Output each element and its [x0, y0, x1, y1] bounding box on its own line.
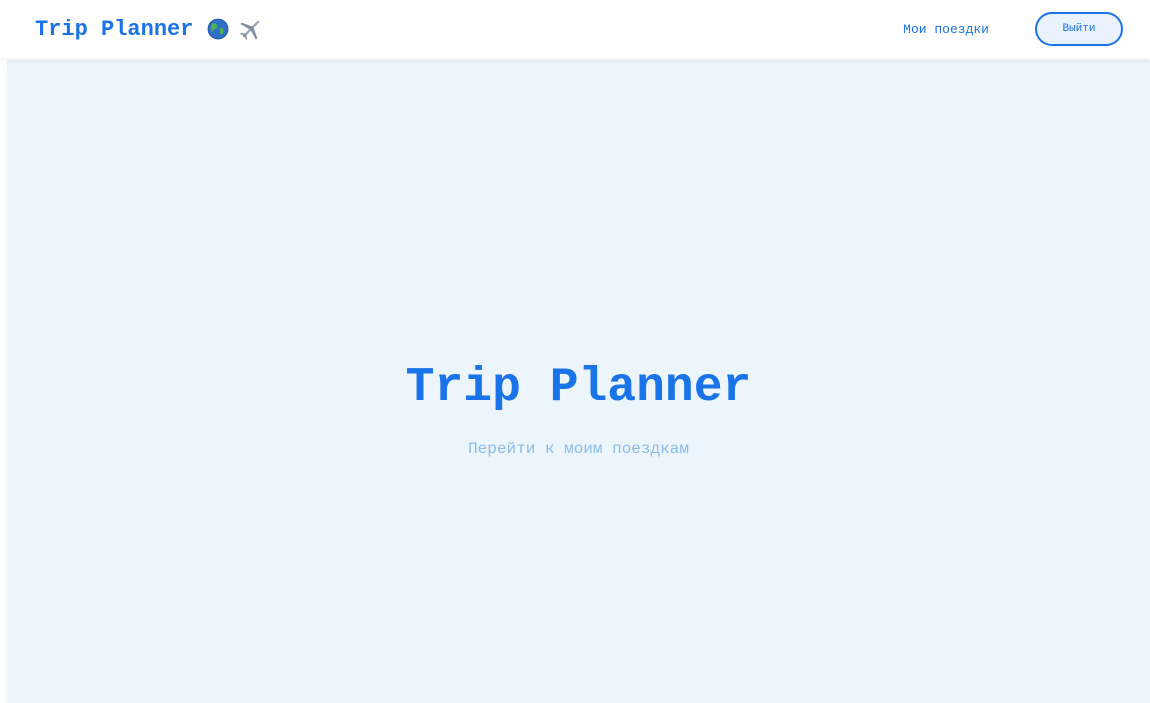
airplane-icon	[239, 17, 263, 41]
top-navbar: Trip Planner Мои поездки Выйти	[0, 0, 1150, 58]
nav-actions: Мои поездки Выйти	[903, 12, 1123, 46]
brand-link[interactable]: Trip Planner	[35, 17, 263, 42]
hero-title: Trip Planner	[405, 361, 752, 415]
go-to-my-trips-label[interactable]: Перейти к моим поездкам	[468, 440, 689, 458]
logout-button[interactable]: Выйти	[1035, 12, 1123, 46]
globe-icon	[207, 18, 229, 40]
go-to-my-trips-link[interactable]: Перейти к моим поездкам	[7, 440, 1150, 458]
hero-section: Trip Planner Перейти к моим поездкам	[7, 60, 1150, 703]
brand-title: Trip Planner	[35, 16, 194, 42]
my-trips-link[interactable]: Мои поездки	[903, 22, 989, 37]
